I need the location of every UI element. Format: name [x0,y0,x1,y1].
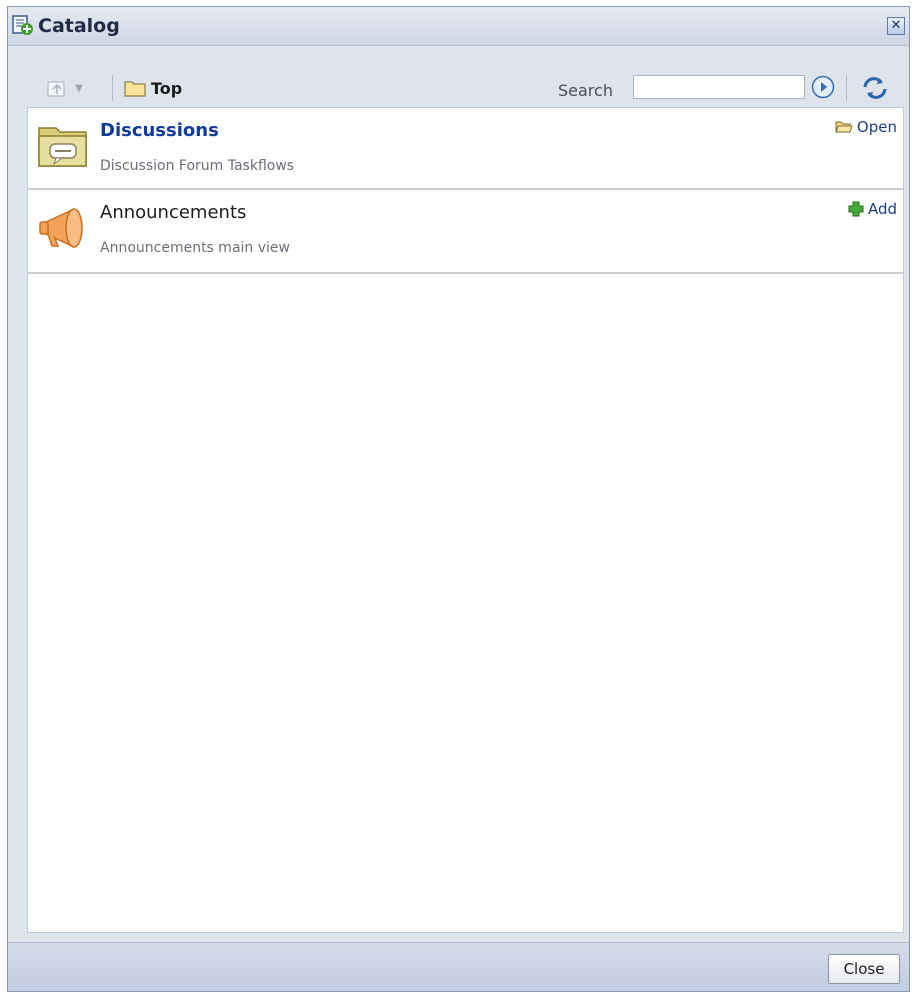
search-input[interactable] [633,75,805,99]
footer-bar: Close [8,942,909,991]
open-folder-icon [835,121,853,133]
dialog-title: Catalog [38,15,120,37]
discussion-folder-icon [38,127,87,167]
breadcrumb-top[interactable]: Top [151,79,182,98]
add-plus-icon [848,201,864,217]
toolbar-divider [112,75,113,101]
close-icon[interactable]: ✕ [887,17,905,35]
item-title-announcements: Announcements [100,202,247,223]
list-item: Discussions Discussion Forum Taskflows O… [28,108,903,190]
item-description: Announcements main view [100,240,290,256]
up-folder-icon[interactable] [46,79,68,99]
close-button[interactable]: Close [828,954,900,984]
megaphone-icon [39,208,83,248]
refresh-icon[interactable] [860,74,890,102]
add-label: Add [867,200,897,218]
chevron-down-icon[interactable]: ▼ [70,79,88,99]
toolbar: ▼ Top Search [8,45,909,107]
folder-icon [124,81,146,97]
open-button[interactable]: Open [835,118,897,136]
catalog-add-icon [12,15,33,35]
item-title-discussions[interactable]: Discussions [100,120,219,141]
add-button[interactable]: Add [848,200,897,218]
list-item: Announcements Announcements main view Ad… [28,190,903,274]
search-label: Search [558,81,613,100]
item-description: Discussion Forum Taskflows [100,158,295,174]
toolbar-divider-2 [846,75,847,101]
title-bar: Catalog ✕ [8,7,909,46]
catalog-dialog: Catalog ✕ ▼ Top Search Discussions Discu… [7,6,910,992]
go-arrow-icon[interactable] [811,75,835,99]
catalog-list: Discussions Discussion Forum Taskflows O… [27,107,904,933]
open-label: Open [856,118,897,136]
